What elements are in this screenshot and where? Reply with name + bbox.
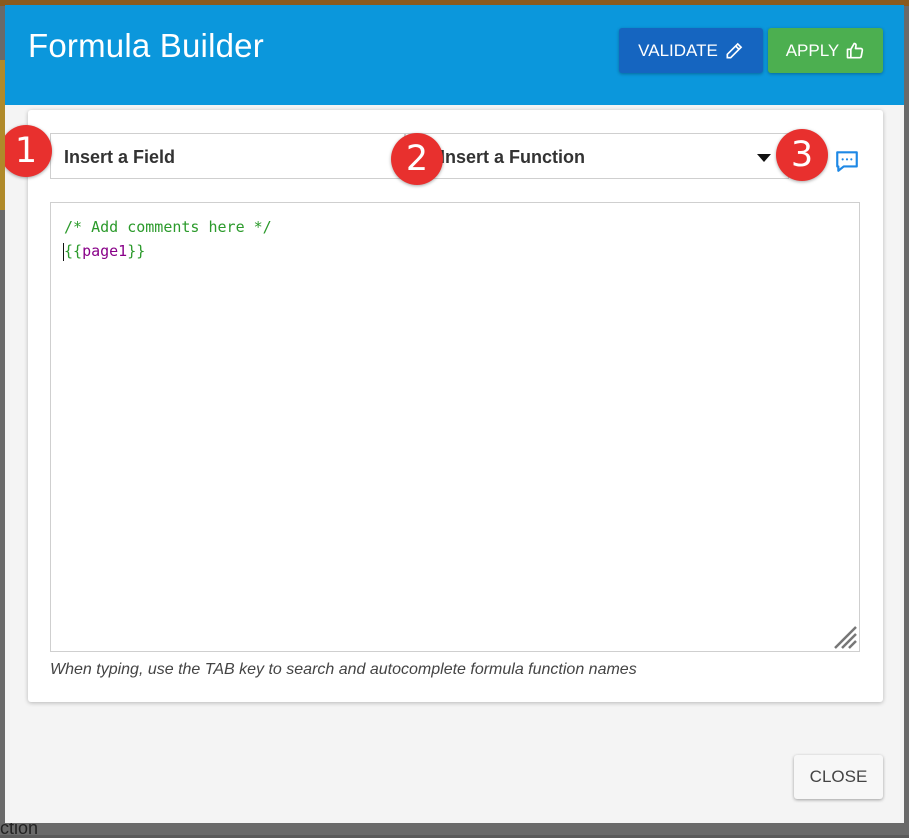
formula-editor[interactable]: /* Add comments here */ {{page1}} <box>50 202 860 652</box>
validate-button[interactable]: VALIDATE <box>619 28 763 73</box>
code-variable: page1 <box>82 242 128 260</box>
pencil-icon <box>726 42 743 58</box>
apply-button[interactable]: APPLY <box>768 28 883 73</box>
step-badge-1: 1 <box>5 125 52 177</box>
autocomplete-hint: When typing, use the TAB key to search a… <box>50 661 637 678</box>
insert-field-select[interactable]: Insert a Field <box>50 133 408 179</box>
code-expression-line: {{page1}} <box>64 242 145 260</box>
code-brace-open: {{ <box>64 242 83 260</box>
insert-function-label: Insert a Function <box>440 147 586 167</box>
step-badge-3: 3 <box>776 129 828 181</box>
backdrop-text: ction <box>0 818 39 838</box>
chevron-down-icon <box>757 154 771 162</box>
resize-handle-icon[interactable] <box>831 623 857 649</box>
step-badge-2: 2 <box>391 133 443 185</box>
text-cursor <box>63 243 64 261</box>
dialog-title: Formula Builder <box>28 27 264 64</box>
validate-label: VALIDATE <box>638 40 718 60</box>
insert-function-select[interactable]: Insert a Function <box>405 133 789 179</box>
apply-label: APPLY <box>785 40 840 60</box>
close-button[interactable]: CLOSE <box>794 755 883 799</box>
formula-card: Insert a Field Insert a Function 1 2 3 /… <box>5 110 883 702</box>
insert-field-label: Insert a Field <box>64 147 176 167</box>
comment-icon[interactable] <box>834 148 860 174</box>
code-comment-line: /* Add comments here */ <box>64 218 272 236</box>
thumbs-up-icon <box>846 42 864 59</box>
dialog-header: Formula Builder VALIDATE APPLY <box>5 5 904 105</box>
formula-builder-dialog: Formula Builder VALIDATE APPLY Insert a … <box>5 5 904 823</box>
code-brace-close: }} <box>127 242 146 260</box>
